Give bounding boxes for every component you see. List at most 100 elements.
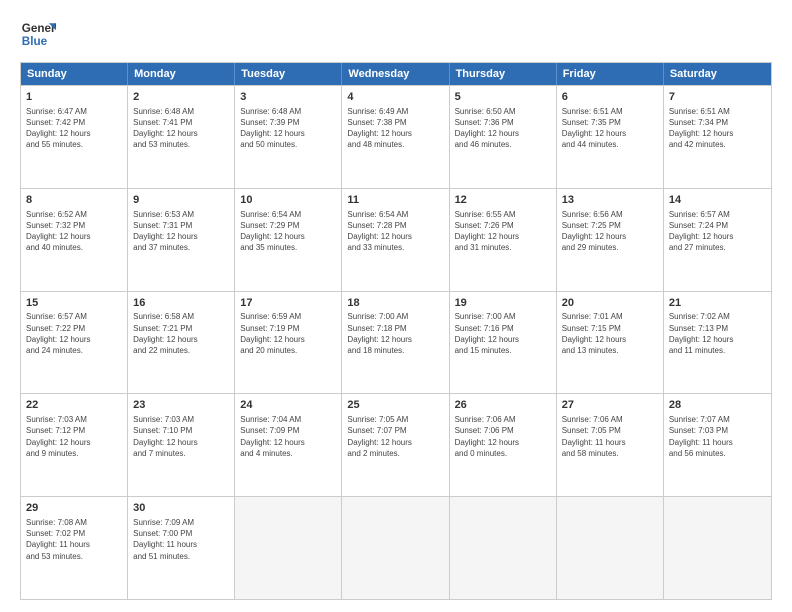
day-info: Sunrise: 7:09 AM Sunset: 7:00 PM Dayligh…	[133, 517, 229, 562]
day-info: Sunrise: 6:48 AM Sunset: 7:39 PM Dayligh…	[240, 106, 336, 151]
weekday-header: Thursday	[450, 63, 557, 85]
day-info: Sunrise: 7:06 AM Sunset: 7:05 PM Dayligh…	[562, 414, 658, 459]
day-info: Sunrise: 7:00 AM Sunset: 7:18 PM Dayligh…	[347, 311, 443, 356]
day-number: 13	[562, 193, 658, 208]
calendar-cell: 30Sunrise: 7:09 AM Sunset: 7:00 PM Dayli…	[128, 497, 235, 599]
svg-text:Blue: Blue	[22, 35, 48, 48]
day-info: Sunrise: 6:48 AM Sunset: 7:41 PM Dayligh…	[133, 106, 229, 151]
calendar-cell: 29Sunrise: 7:08 AM Sunset: 7:02 PM Dayli…	[21, 497, 128, 599]
day-info: Sunrise: 7:01 AM Sunset: 7:15 PM Dayligh…	[562, 311, 658, 356]
day-info: Sunrise: 7:03 AM Sunset: 7:12 PM Dayligh…	[26, 414, 122, 459]
day-info: Sunrise: 6:47 AM Sunset: 7:42 PM Dayligh…	[26, 106, 122, 151]
day-number: 26	[455, 398, 551, 413]
day-number: 8	[26, 193, 122, 208]
calendar-row: 1Sunrise: 6:47 AM Sunset: 7:42 PM Daylig…	[21, 85, 771, 188]
calendar-cell: 21Sunrise: 7:02 AM Sunset: 7:13 PM Dayli…	[664, 292, 771, 394]
weekday-header: Sunday	[21, 63, 128, 85]
calendar-cell: 12Sunrise: 6:55 AM Sunset: 7:26 PM Dayli…	[450, 189, 557, 291]
day-number: 4	[347, 90, 443, 105]
calendar-cell: 17Sunrise: 6:59 AM Sunset: 7:19 PM Dayli…	[235, 292, 342, 394]
calendar-cell: 18Sunrise: 7:00 AM Sunset: 7:18 PM Dayli…	[342, 292, 449, 394]
day-number: 27	[562, 398, 658, 413]
calendar-row: 15Sunrise: 6:57 AM Sunset: 7:22 PM Dayli…	[21, 291, 771, 394]
day-info: Sunrise: 6:50 AM Sunset: 7:36 PM Dayligh…	[455, 106, 551, 151]
day-number: 28	[669, 398, 766, 413]
day-number: 24	[240, 398, 336, 413]
calendar: SundayMondayTuesdayWednesdayThursdayFrid…	[20, 62, 772, 600]
day-info: Sunrise: 6:57 AM Sunset: 7:22 PM Dayligh…	[26, 311, 122, 356]
calendar-cell: 1Sunrise: 6:47 AM Sunset: 7:42 PM Daylig…	[21, 86, 128, 188]
day-number: 17	[240, 296, 336, 311]
day-info: Sunrise: 6:58 AM Sunset: 7:21 PM Dayligh…	[133, 311, 229, 356]
day-number: 14	[669, 193, 766, 208]
calendar-cell: 5Sunrise: 6:50 AM Sunset: 7:36 PM Daylig…	[450, 86, 557, 188]
calendar-cell	[557, 497, 664, 599]
day-info: Sunrise: 6:56 AM Sunset: 7:25 PM Dayligh…	[562, 209, 658, 254]
day-number: 12	[455, 193, 551, 208]
calendar-cell: 2Sunrise: 6:48 AM Sunset: 7:41 PM Daylig…	[128, 86, 235, 188]
calendar-cell: 4Sunrise: 6:49 AM Sunset: 7:38 PM Daylig…	[342, 86, 449, 188]
day-number: 3	[240, 90, 336, 105]
calendar-cell: 14Sunrise: 6:57 AM Sunset: 7:24 PM Dayli…	[664, 189, 771, 291]
page: General Blue SundayMondayTuesdayWednesda…	[0, 0, 792, 612]
day-info: Sunrise: 7:03 AM Sunset: 7:10 PM Dayligh…	[133, 414, 229, 459]
calendar-cell: 3Sunrise: 6:48 AM Sunset: 7:39 PM Daylig…	[235, 86, 342, 188]
day-info: Sunrise: 7:02 AM Sunset: 7:13 PM Dayligh…	[669, 311, 766, 356]
day-info: Sunrise: 6:52 AM Sunset: 7:32 PM Dayligh…	[26, 209, 122, 254]
calendar-cell: 9Sunrise: 6:53 AM Sunset: 7:31 PM Daylig…	[128, 189, 235, 291]
calendar-row: 8Sunrise: 6:52 AM Sunset: 7:32 PM Daylig…	[21, 188, 771, 291]
calendar-body: 1Sunrise: 6:47 AM Sunset: 7:42 PM Daylig…	[21, 85, 771, 599]
day-number: 9	[133, 193, 229, 208]
day-number: 23	[133, 398, 229, 413]
day-info: Sunrise: 7:04 AM Sunset: 7:09 PM Dayligh…	[240, 414, 336, 459]
calendar-cell: 7Sunrise: 6:51 AM Sunset: 7:34 PM Daylig…	[664, 86, 771, 188]
day-number: 25	[347, 398, 443, 413]
calendar-cell: 8Sunrise: 6:52 AM Sunset: 7:32 PM Daylig…	[21, 189, 128, 291]
day-info: Sunrise: 6:53 AM Sunset: 7:31 PM Dayligh…	[133, 209, 229, 254]
weekday-header: Wednesday	[342, 63, 449, 85]
calendar-cell: 19Sunrise: 7:00 AM Sunset: 7:16 PM Dayli…	[450, 292, 557, 394]
day-number: 5	[455, 90, 551, 105]
day-info: Sunrise: 6:49 AM Sunset: 7:38 PM Dayligh…	[347, 106, 443, 151]
day-info: Sunrise: 7:06 AM Sunset: 7:06 PM Dayligh…	[455, 414, 551, 459]
calendar-cell: 16Sunrise: 6:58 AM Sunset: 7:21 PM Dayli…	[128, 292, 235, 394]
day-number: 22	[26, 398, 122, 413]
calendar-cell: 24Sunrise: 7:04 AM Sunset: 7:09 PM Dayli…	[235, 394, 342, 496]
weekday-header: Saturday	[664, 63, 771, 85]
day-number: 2	[133, 90, 229, 105]
calendar-cell: 6Sunrise: 6:51 AM Sunset: 7:35 PM Daylig…	[557, 86, 664, 188]
day-info: Sunrise: 6:55 AM Sunset: 7:26 PM Dayligh…	[455, 209, 551, 254]
calendar-cell: 10Sunrise: 6:54 AM Sunset: 7:29 PM Dayli…	[235, 189, 342, 291]
day-info: Sunrise: 7:07 AM Sunset: 7:03 PM Dayligh…	[669, 414, 766, 459]
day-info: Sunrise: 7:00 AM Sunset: 7:16 PM Dayligh…	[455, 311, 551, 356]
calendar-cell	[450, 497, 557, 599]
header: General Blue	[20, 16, 772, 52]
calendar-cell: 23Sunrise: 7:03 AM Sunset: 7:10 PM Dayli…	[128, 394, 235, 496]
calendar-row: 29Sunrise: 7:08 AM Sunset: 7:02 PM Dayli…	[21, 496, 771, 599]
calendar-cell: 13Sunrise: 6:56 AM Sunset: 7:25 PM Dayli…	[557, 189, 664, 291]
day-info: Sunrise: 6:59 AM Sunset: 7:19 PM Dayligh…	[240, 311, 336, 356]
day-number: 7	[669, 90, 766, 105]
day-number: 29	[26, 501, 122, 516]
day-info: Sunrise: 6:54 AM Sunset: 7:28 PM Dayligh…	[347, 209, 443, 254]
weekday-header: Friday	[557, 63, 664, 85]
calendar-cell: 27Sunrise: 7:06 AM Sunset: 7:05 PM Dayli…	[557, 394, 664, 496]
calendar-cell: 26Sunrise: 7:06 AM Sunset: 7:06 PM Dayli…	[450, 394, 557, 496]
logo: General Blue	[20, 16, 56, 52]
calendar-row: 22Sunrise: 7:03 AM Sunset: 7:12 PM Dayli…	[21, 393, 771, 496]
calendar-cell	[664, 497, 771, 599]
calendar-cell	[235, 497, 342, 599]
day-number: 21	[669, 296, 766, 311]
day-number: 30	[133, 501, 229, 516]
calendar-cell: 20Sunrise: 7:01 AM Sunset: 7:15 PM Dayli…	[557, 292, 664, 394]
calendar-cell: 25Sunrise: 7:05 AM Sunset: 7:07 PM Dayli…	[342, 394, 449, 496]
calendar-cell: 22Sunrise: 7:03 AM Sunset: 7:12 PM Dayli…	[21, 394, 128, 496]
day-number: 20	[562, 296, 658, 311]
day-number: 15	[26, 296, 122, 311]
weekday-header: Monday	[128, 63, 235, 85]
day-info: Sunrise: 6:57 AM Sunset: 7:24 PM Dayligh…	[669, 209, 766, 254]
calendar-cell: 15Sunrise: 6:57 AM Sunset: 7:22 PM Dayli…	[21, 292, 128, 394]
day-info: Sunrise: 6:51 AM Sunset: 7:34 PM Dayligh…	[669, 106, 766, 151]
calendar-cell: 11Sunrise: 6:54 AM Sunset: 7:28 PM Dayli…	[342, 189, 449, 291]
day-number: 6	[562, 90, 658, 105]
